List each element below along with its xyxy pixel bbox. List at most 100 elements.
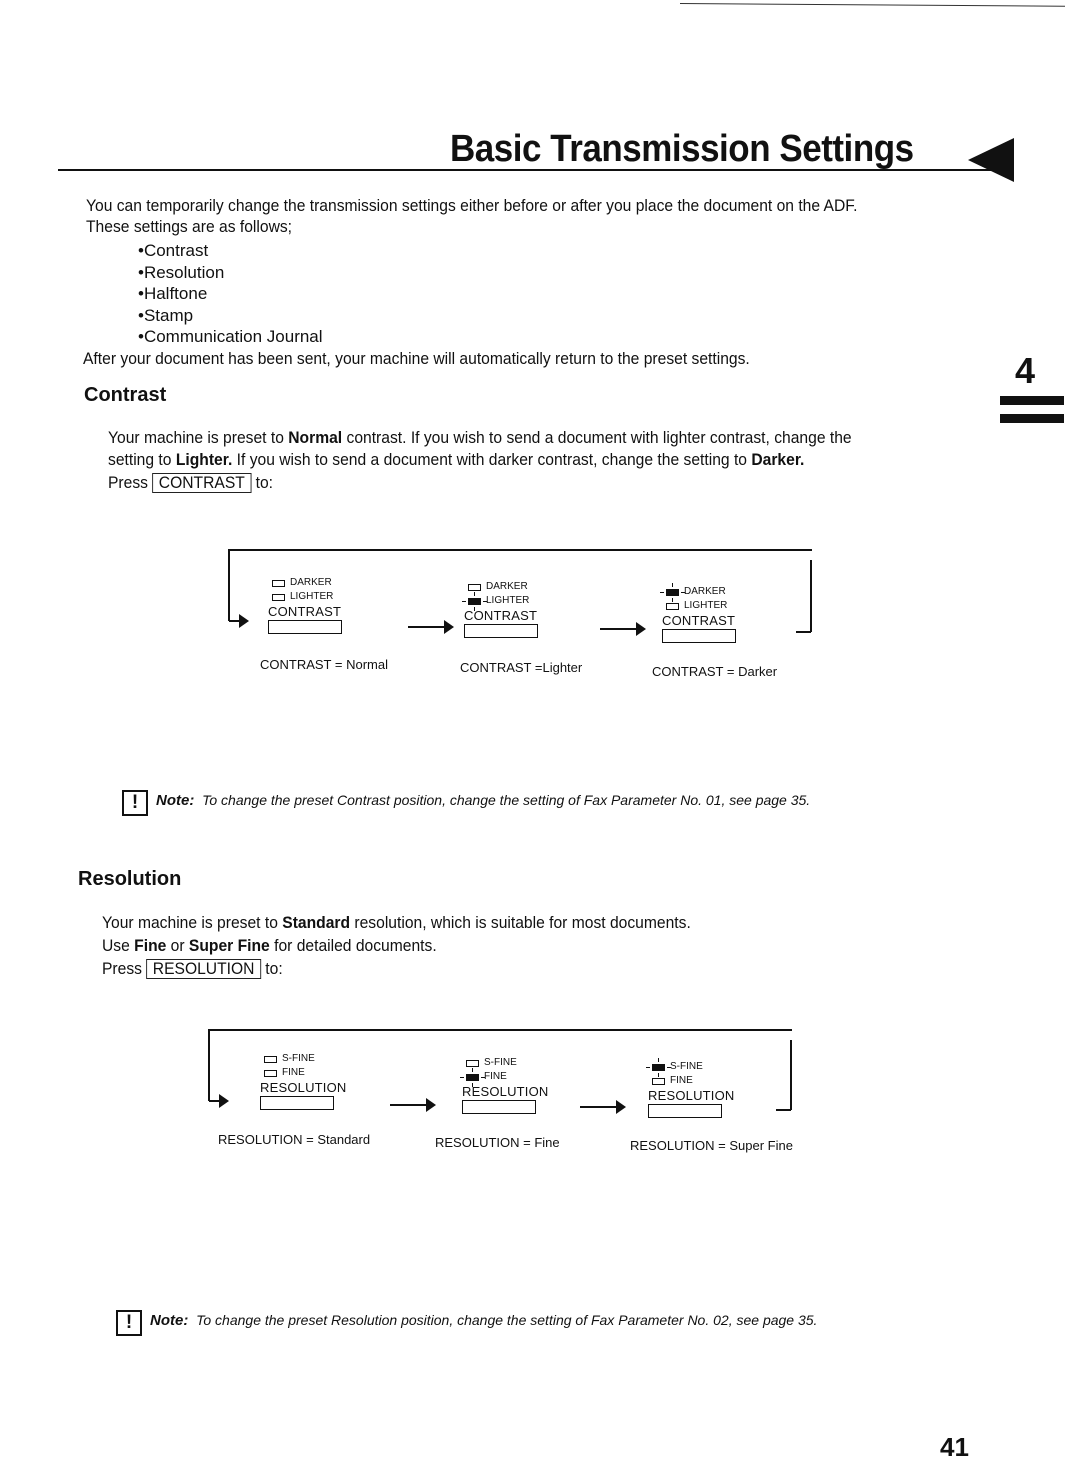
led-icon [468, 584, 481, 591]
text: If you wish to send a document with dark… [232, 450, 752, 469]
list-item: Resolution [138, 262, 323, 284]
led-label: FINE [670, 1075, 693, 1086]
page-number: 41 [940, 1432, 969, 1462]
loop-line-return [796, 631, 811, 633]
resolution-button-icon [462, 1100, 536, 1114]
intro-line-2: These settings are as follows; [86, 217, 293, 236]
led-label: S-FINE [670, 1061, 703, 1072]
arrow-right-icon [600, 622, 646, 636]
scan-edge-rule [679, 3, 1065, 7]
emphasis: Standard [282, 913, 351, 932]
resolution-panel-fine: S-FINE FINE RESOLUTION [460, 1056, 582, 1114]
contrast-paragraph-line-2: setting to Lighter. If you wish to send … [108, 449, 804, 470]
led-lit-icon [462, 592, 487, 611]
contrast-button-icon [268, 620, 342, 634]
loop-arrow-icon [229, 614, 249, 628]
text: resolution, which is suitable for most d… [350, 913, 691, 932]
note-label: Note: [156, 792, 195, 809]
resolution-button-icon [648, 1104, 722, 1118]
caption: RESOLUTION = Standard [218, 1132, 371, 1147]
emphasis: Fine [134, 936, 167, 955]
led-icon [652, 1078, 665, 1085]
caption: CONTRAST = Normal [260, 657, 388, 672]
led-icon [272, 580, 285, 587]
text: to: [265, 959, 283, 978]
text: Use [102, 936, 135, 955]
loop-arrow-icon [209, 1094, 229, 1108]
resolution-heading: Resolution [78, 868, 182, 890]
resolution-paragraph-line-2: Use Fine or Super Fine for detailed docu… [102, 935, 437, 956]
resolution-panel-super-fine: S-FINE FINE RESOLUTION [646, 1058, 768, 1118]
led-lit-icon [460, 1068, 485, 1087]
button-label: RESOLUTION [260, 1080, 347, 1095]
list-item: Contrast [138, 240, 323, 262]
chapter-tab-bar [1000, 414, 1064, 423]
led-label: LIGHTER [290, 591, 334, 602]
chapter-tab-bar [1000, 396, 1064, 405]
loop-line-left [228, 549, 230, 621]
settings-list: Contrast Resolution Halftone Stamp Commu… [138, 240, 323, 348]
led-icon [264, 1056, 277, 1063]
text: Your machine is preset to [102, 913, 283, 932]
contrast-button-icon [464, 624, 538, 638]
text: Press [102, 959, 142, 978]
note-label: Note: [150, 1312, 189, 1329]
caption: RESOLUTION = Fine [435, 1135, 560, 1150]
list-item: Stamp [138, 305, 323, 327]
note-text: To change the preset Contrast position, … [202, 792, 811, 808]
led-icon [466, 1060, 479, 1067]
emphasis: Super Fine [188, 936, 270, 955]
led-label: LIGHTER [486, 595, 530, 606]
chapter-number: 4 [1015, 350, 1036, 391]
arrow-right-icon [408, 620, 454, 634]
led-label: DARKER [290, 577, 332, 588]
contrast-key: CONTRAST [152, 473, 252, 493]
led-label: FINE [484, 1071, 507, 1082]
button-label: CONTRAST [662, 613, 736, 628]
resolution-paragraph-line-1: Your machine is preset to Standard resol… [102, 912, 691, 933]
contrast-panel-normal: DARKER LIGHTER CONTRAST [268, 576, 388, 634]
led-icon [264, 1070, 277, 1077]
loop-line-right [810, 560, 812, 632]
emphasis: Lighter. [175, 450, 233, 469]
led-lit-icon [660, 583, 685, 602]
led-icon [666, 603, 679, 610]
contrast-panel-darker: DARKER LIGHTER CONTRAST [660, 583, 782, 643]
led-label: FINE [282, 1067, 305, 1078]
text: Your machine is preset to [108, 428, 289, 447]
led-label: DARKER [486, 581, 528, 592]
contrast-heading: Contrast [84, 384, 167, 406]
loop-line-top [208, 1029, 792, 1031]
arrow-right-icon [390, 1098, 436, 1112]
text: setting to [108, 450, 176, 469]
caption: CONTRAST = Darker [652, 664, 778, 679]
intro-line-1: You can temporarily change the transmiss… [86, 196, 858, 215]
button-label: RESOLUTION [648, 1088, 735, 1103]
contrast-button-icon [662, 629, 736, 643]
loop-line-left [208, 1029, 210, 1101]
arrow-right-icon [580, 1100, 626, 1114]
led-lit-icon [646, 1058, 671, 1077]
resolution-key: RESOLUTION [146, 959, 261, 979]
intro-after: After your document has been sent, your … [83, 349, 750, 368]
emphasis: Normal [288, 428, 343, 447]
resolution-panel-standard: S-FINE FINE RESOLUTION [260, 1052, 380, 1110]
led-label: LIGHTER [684, 600, 728, 611]
led-label: DARKER [684, 586, 726, 597]
led-label: S-FINE [484, 1057, 517, 1068]
caption: RESOLUTION = Super Fine [630, 1138, 793, 1153]
contrast-press-line: Press CONTRAST to: [108, 472, 273, 493]
button-label: CONTRAST [268, 604, 342, 619]
resolution-button-icon [260, 1096, 334, 1110]
list-item: Halftone [138, 283, 323, 305]
emphasis: Darker. [751, 450, 805, 469]
resolution-note: ! Note: To change the preset Resolution p… [116, 1310, 817, 1336]
led-icon [272, 594, 285, 601]
led-label: S-FINE [282, 1053, 315, 1064]
text: contrast. If you wish to send a document… [342, 428, 852, 447]
loop-line-top [228, 549, 812, 551]
text: for detailed documents. [269, 936, 437, 955]
text: Press [108, 473, 148, 492]
contrast-note: ! Note: To change the preset Contrast pos… [122, 790, 810, 816]
caption: CONTRAST =Lighter [460, 660, 583, 675]
